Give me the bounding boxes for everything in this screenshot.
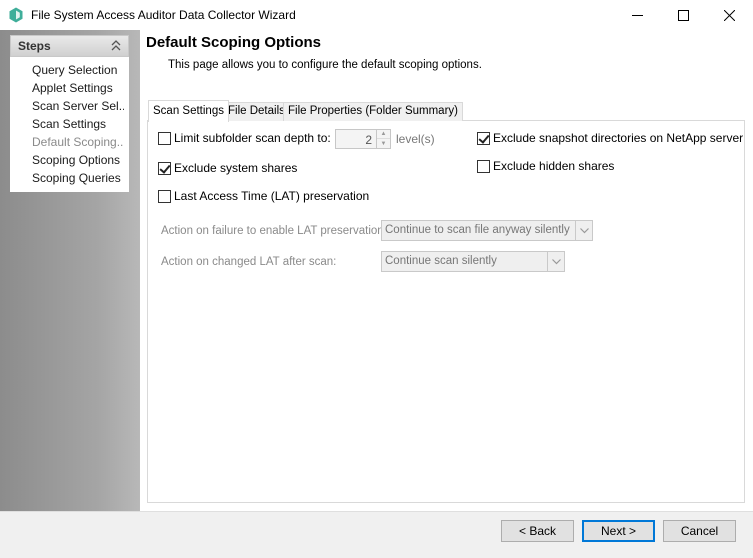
- window-title: File System Access Auditor Data Collecto…: [31, 8, 296, 22]
- spin-down-icon[interactable]: ▼: [377, 139, 390, 148]
- exclude-system-label: Exclude system shares: [174, 161, 298, 175]
- lat-preservation-option[interactable]: Last Access Time (LAT) preservation: [158, 189, 369, 203]
- exclude-system-checkbox[interactable]: [158, 161, 171, 175]
- step-applet-settings[interactable]: Applet Settings: [32, 81, 124, 95]
- tab-panel: [147, 120, 745, 503]
- exclude-hidden-option[interactable]: Exclude hidden shares: [477, 159, 614, 173]
- close-button[interactable]: [706, 0, 752, 30]
- action-changed-label: Action on changed LAT after scan:: [161, 256, 337, 268]
- app-hexagon-icon: [9, 7, 23, 23]
- step-scan-settings[interactable]: Scan Settings: [32, 117, 124, 131]
- step-scoping-options[interactable]: Scoping Options: [32, 153, 124, 167]
- exclude-hidden-checkbox[interactable]: [477, 159, 490, 173]
- step-query-selection[interactable]: Query Selection: [32, 63, 124, 77]
- action-failure-label: Action on failure to enable LAT preserva…: [161, 225, 387, 237]
- back-button[interactable]: < Back: [501, 520, 574, 542]
- maximize-icon: [677, 9, 689, 21]
- spin-up-icon[interactable]: ▲: [377, 130, 390, 139]
- title-bar: File System Access Auditor Data Collecto…: [0, 0, 753, 30]
- cancel-button[interactable]: Cancel: [663, 520, 736, 542]
- lat-preservation-checkbox[interactable]: [158, 189, 171, 203]
- limit-depth-checkbox[interactable]: [158, 131, 171, 145]
- action-changed-select[interactable]: Continue scan silently: [381, 251, 565, 272]
- tab-file-properties[interactable]: File Properties (Folder Summary): [283, 102, 463, 121]
- steps-header[interactable]: Steps: [10, 35, 129, 57]
- action-failure-select[interactable]: Continue to scan file anyway silently: [381, 220, 593, 241]
- page-title: Default Scoping Options: [146, 34, 321, 51]
- exclude-snapshot-label: Exclude snapshot directories on NetApp s…: [493, 131, 744, 145]
- tab-file-details[interactable]: File Details: [223, 102, 290, 121]
- page-subtitle: This page allows you to configure the de…: [168, 59, 482, 71]
- depth-spinner[interactable]: 2 ▲ ▼: [335, 129, 391, 149]
- exclude-snapshot-checkbox[interactable]: [477, 131, 490, 145]
- lat-preservation-label: Last Access Time (LAT) preservation: [174, 189, 370, 203]
- limit-depth-option[interactable]: Limit subfolder scan depth to:: [158, 131, 331, 145]
- action-changed-value: Continue scan silently: [385, 255, 497, 267]
- exclude-system-option[interactable]: Exclude system shares: [158, 161, 297, 175]
- step-default-scoping[interactable]: Default Scoping...: [32, 135, 124, 149]
- maximize-button[interactable]: [660, 0, 706, 30]
- tab-scan-settings[interactable]: Scan Settings: [148, 100, 229, 122]
- minimize-icon: [631, 14, 643, 16]
- step-scoping-queries[interactable]: Scoping Queries: [32, 171, 124, 185]
- exclude-snapshot-option[interactable]: Exclude snapshot directories on NetApp s…: [477, 131, 743, 145]
- chevron-down-icon: [575, 221, 592, 240]
- steps-title: Steps: [18, 39, 51, 53]
- depth-unit-label: level(s): [396, 132, 435, 146]
- step-scan-server-selection[interactable]: Scan Server Sel...: [32, 99, 124, 113]
- collapse-chevron-icon[interactable]: [110, 39, 122, 53]
- exclude-hidden-label: Exclude hidden shares: [493, 159, 615, 173]
- action-failure-value: Continue to scan file anyway silently: [385, 224, 570, 236]
- steps-list: [10, 35, 129, 192]
- close-icon: [723, 9, 735, 21]
- chevron-down-icon: [547, 252, 564, 271]
- limit-depth-label: Limit subfolder scan depth to:: [174, 131, 331, 145]
- depth-value: 2: [365, 133, 372, 147]
- minimize-button[interactable]: [614, 0, 660, 30]
- next-button[interactable]: Next >: [582, 520, 655, 542]
